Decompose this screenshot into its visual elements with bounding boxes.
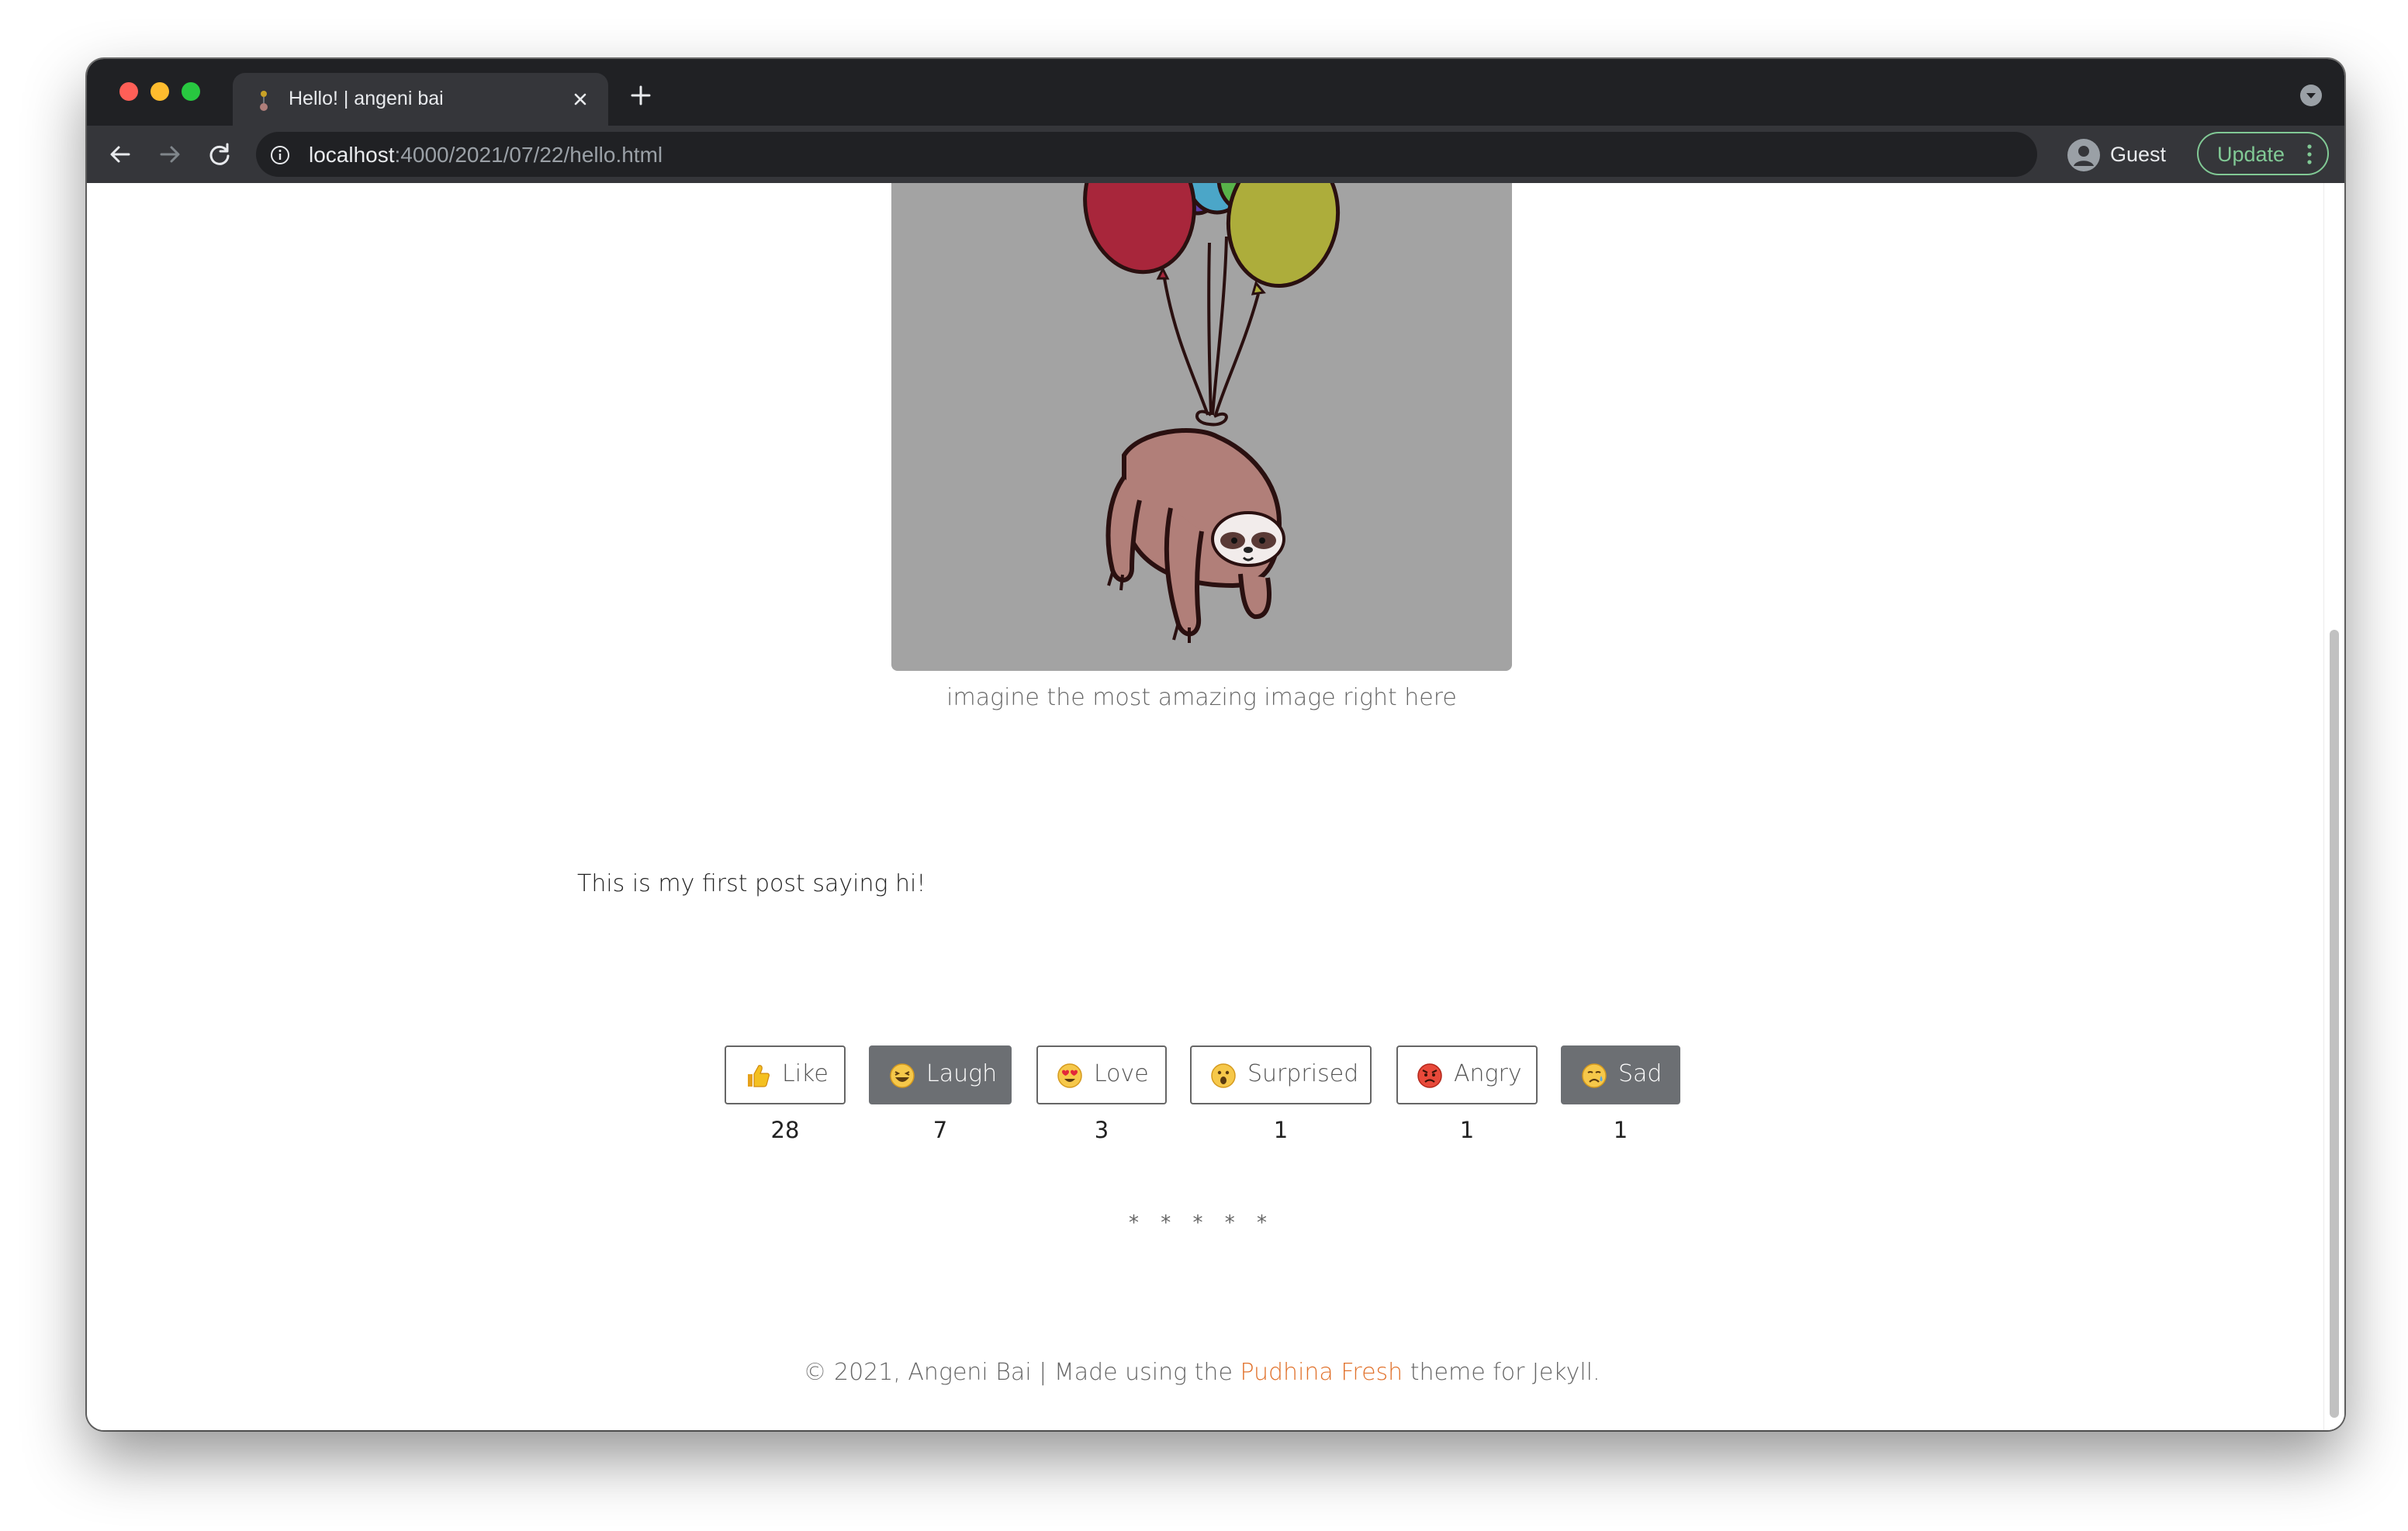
update-button[interactable]: Update	[2197, 132, 2329, 175]
reaction-label: Surprised	[1247, 1060, 1359, 1087]
page-viewport: imagine the most amazing image right her…	[87, 183, 2344, 1430]
surprised-face-icon	[1211, 1063, 1236, 1088]
thumbs-up-icon	[748, 1065, 770, 1087]
angry-face-icon	[1417, 1063, 1442, 1088]
sloth-favicon-icon	[260, 91, 268, 111]
back-arrow-icon[interactable]	[107, 141, 133, 168]
sloth-balloons-illustration	[1081, 183, 1341, 671]
tab-search-icon[interactable]	[2299, 84, 2323, 107]
footer-suffix: theme for Jekyll.	[1403, 1359, 1600, 1386]
active-tab[interactable]: Hello! | angeni bai	[233, 73, 608, 126]
site-info-icon[interactable]	[270, 145, 290, 165]
url-path: :4000/2021/07/22/hello.html	[394, 143, 663, 167]
angry-count: 1	[1459, 1117, 1475, 1143]
guest-avatar-icon	[2067, 139, 2100, 171]
browser-window: Hello! | angeni bai localhost:4000/2021/…	[87, 59, 2344, 1430]
love-count: 3	[1094, 1117, 1109, 1143]
scrollbar-thumb[interactable]	[2330, 630, 2339, 1418]
profile-name: Guest	[2110, 143, 2167, 166]
post-image	[891, 183, 1512, 671]
heart-eyes-face-icon	[1057, 1063, 1082, 1088]
reaction-label: Laugh	[926, 1060, 998, 1087]
reaction-label: Angry	[1454, 1060, 1522, 1087]
footer-prefix: © 2021, Angeni Bai | Made using the	[803, 1359, 1240, 1386]
surprised-count: 1	[1273, 1117, 1289, 1143]
close-window-button[interactable]	[119, 82, 138, 101]
reaction-label: Sad	[1618, 1060, 1662, 1087]
section-separator: * * * * *	[1128, 1211, 1275, 1235]
reaction-label: Love	[1094, 1060, 1149, 1087]
close-tab-icon[interactable]	[569, 88, 591, 110]
browser-toolbar: localhost:4000/2021/07/22/hello.html Gue…	[87, 126, 2344, 183]
reaction-label: Like	[782, 1060, 829, 1087]
like-count: 28	[770, 1117, 800, 1143]
zoom-window-button[interactable]	[182, 82, 200, 101]
reload-icon[interactable]	[206, 141, 233, 168]
profile-button[interactable]: Guest	[2060, 132, 2191, 177]
like-button[interactable]: Like	[725, 1045, 846, 1104]
laugh-count: 7	[932, 1117, 948, 1143]
new-tab-icon[interactable]	[628, 83, 653, 108]
love-button[interactable]: Love	[1036, 1045, 1167, 1104]
update-label: Update	[2217, 143, 2285, 166]
minimize-window-button[interactable]	[150, 82, 169, 101]
forward-arrow-icon[interactable]	[157, 141, 183, 168]
tab-bar: Hello! | angeni bai	[87, 59, 2344, 126]
vertical-scrollbar[interactable]	[2323, 183, 2344, 1430]
angry-button[interactable]: Angry	[1396, 1045, 1538, 1104]
laugh-face-icon	[890, 1063, 915, 1088]
sad-face-icon	[1582, 1063, 1607, 1088]
image-caption: imagine the most amazing image right her…	[946, 684, 1457, 711]
laugh-button[interactable]: Laugh	[869, 1045, 1012, 1104]
theme-link[interactable]: Pudhina Fresh	[1240, 1359, 1403, 1386]
tab-title: Hello! | angeni bai	[289, 88, 444, 109]
sad-button[interactable]: Sad	[1561, 1045, 1680, 1104]
url-text: localhost:4000/2021/07/22/hello.html	[309, 143, 663, 168]
address-bar[interactable]: localhost:4000/2021/07/22/hello.html	[256, 132, 2037, 177]
surprised-button[interactable]: Surprised	[1190, 1045, 1372, 1104]
post-body-text: This is my first post saying hi!	[577, 870, 926, 897]
sad-count: 1	[1613, 1117, 1628, 1143]
url-host: localhost	[309, 143, 395, 167]
footer: © 2021, Angeni Bai | Made using the Pudh…	[503, 1359, 1900, 1386]
more-menu-icon[interactable]	[2307, 143, 2312, 165]
